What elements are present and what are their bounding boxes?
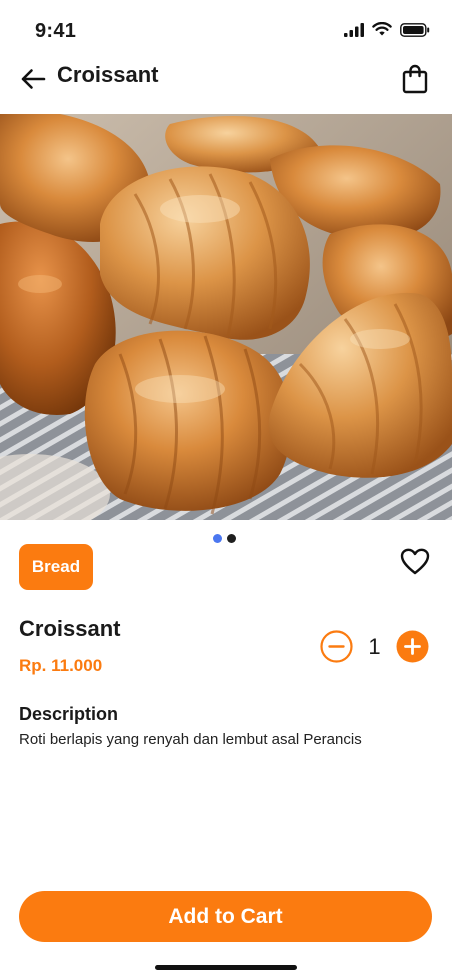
page-title: Croissant (57, 62, 159, 87)
plus-circle-icon (396, 630, 429, 663)
battery-icon (400, 22, 430, 37)
product-name: Croissant (19, 616, 121, 641)
arrow-left-icon (21, 69, 46, 89)
shopping-bag-icon (402, 64, 428, 94)
carousel-dot-active[interactable] (213, 534, 222, 543)
croissant-photo (0, 114, 452, 520)
add-to-cart-button[interactable]: Add to Cart (19, 891, 432, 942)
status-icons (344, 22, 430, 37)
carousel-indicator (213, 534, 236, 543)
cart-button[interactable] (400, 62, 430, 96)
status-bar: 9:41 (0, 0, 452, 56)
signal-icon (344, 22, 364, 37)
heart-icon (400, 548, 430, 574)
wifi-icon (372, 22, 392, 36)
description-title: Description (19, 704, 119, 724)
decrease-quantity-button[interactable] (320, 630, 353, 663)
increase-quantity-button[interactable] (396, 630, 429, 663)
app-header: Croissant (0, 56, 452, 114)
product-image[interactable] (0, 114, 452, 520)
home-indicator (155, 965, 297, 970)
product-price: Rp. 11.000 (19, 656, 103, 675)
quantity-value: 1 (368, 633, 381, 659)
status-time: 9:41 (35, 20, 77, 42)
minus-circle-icon (320, 630, 353, 663)
carousel-dot[interactable] (227, 534, 236, 543)
favorite-button[interactable] (400, 546, 430, 576)
quantity-stepper: 1 (320, 630, 429, 663)
description-text: Roti berlapis yang renyah dan lembut asa… (19, 731, 362, 748)
category-badge: Bread (19, 544, 93, 590)
back-button[interactable] (18, 64, 48, 94)
